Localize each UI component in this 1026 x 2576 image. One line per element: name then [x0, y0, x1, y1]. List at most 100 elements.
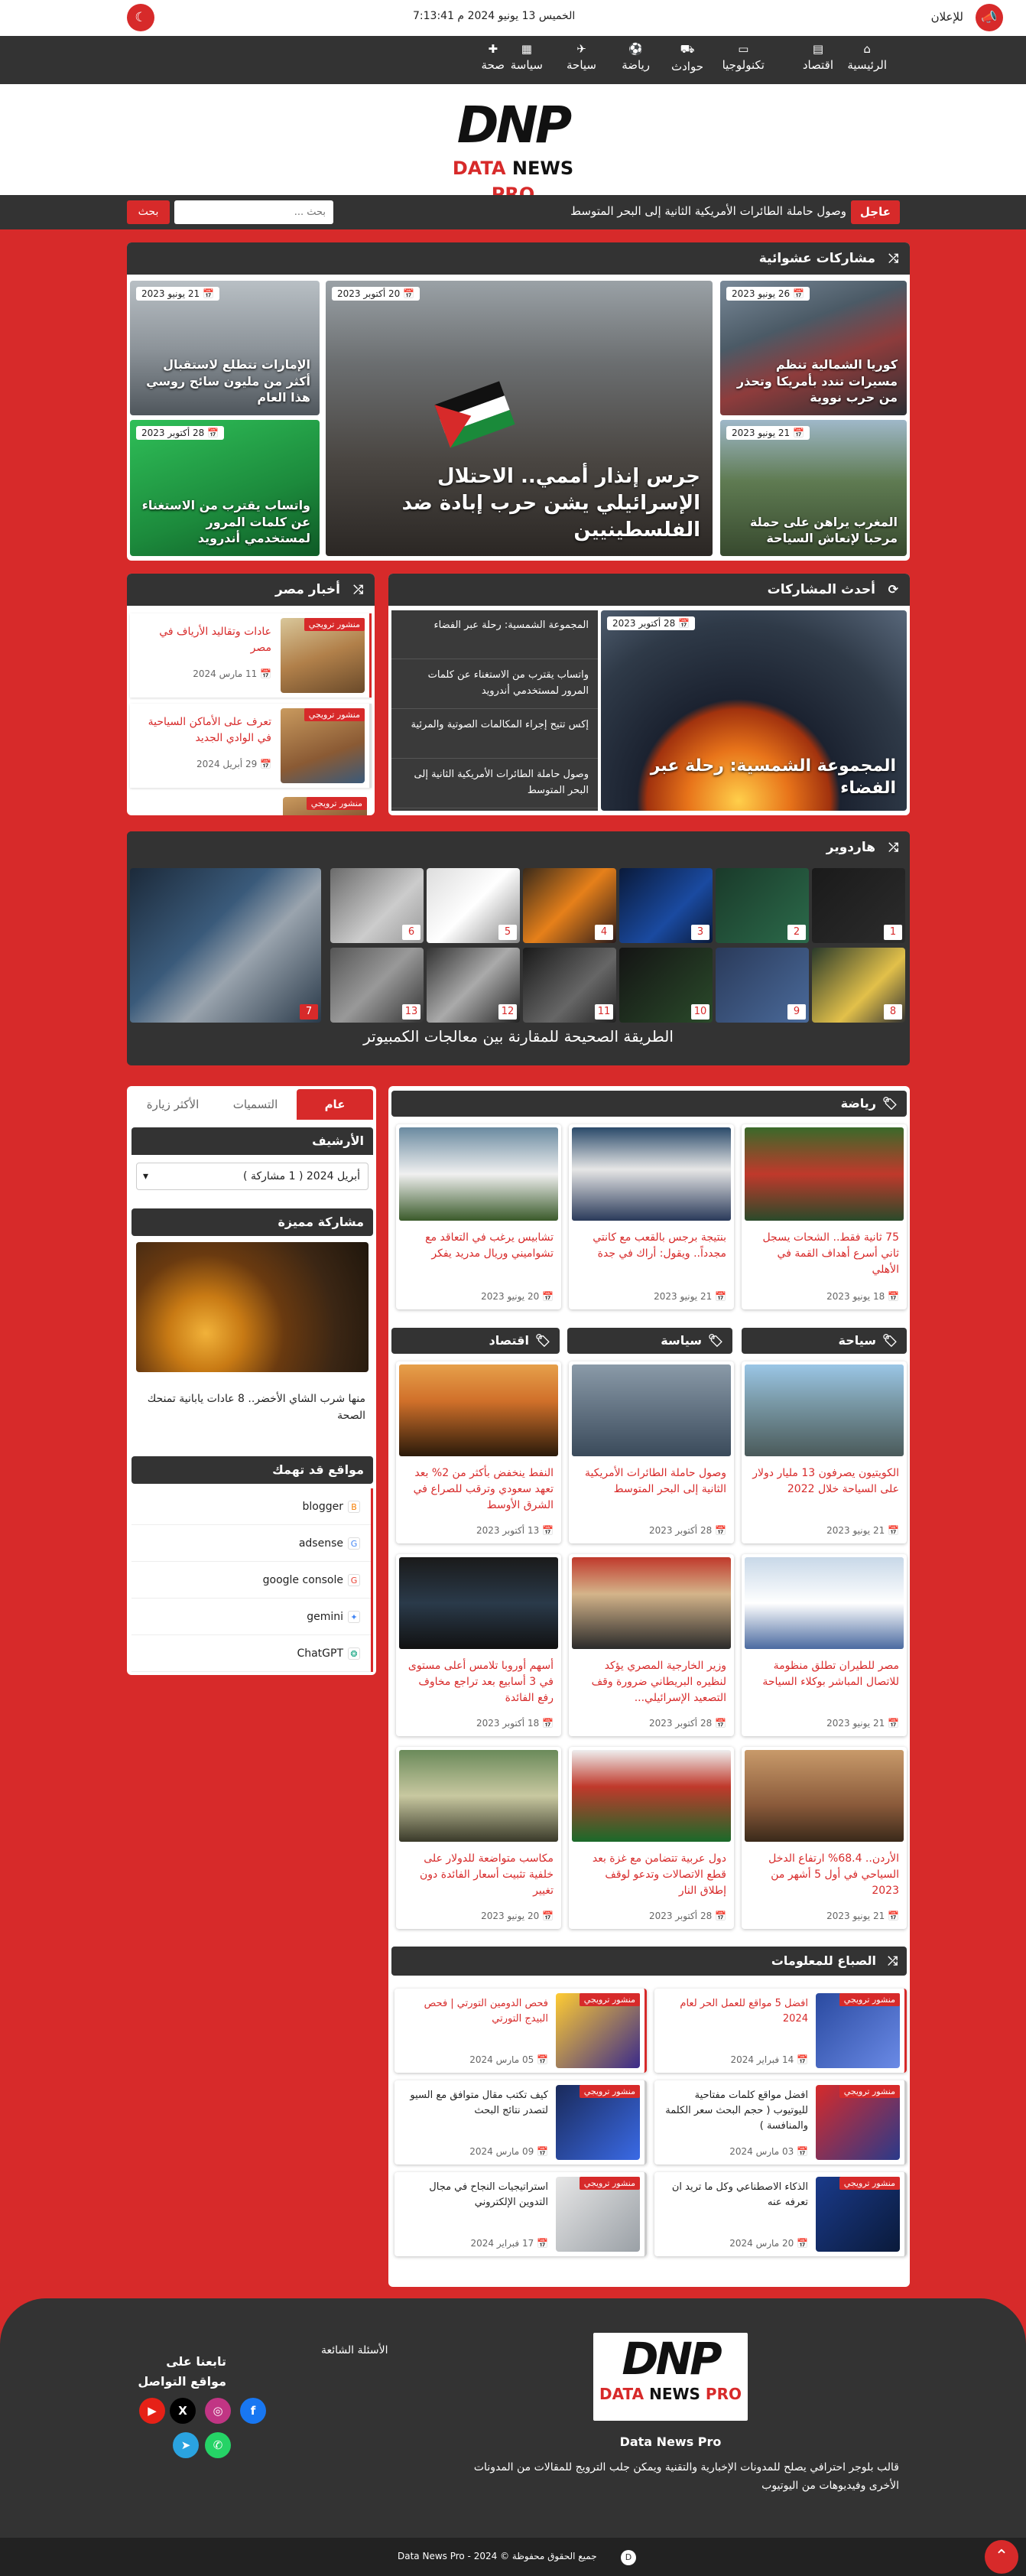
post-card[interactable]: 📅 21 يونيو 2023 المغرب يراهن على حملة مر…	[720, 420, 907, 556]
category-post[interactable]: أسهم أوروبا تلامس أعلى مستوى في 3 أسابيع…	[396, 1554, 561, 1736]
post-thumbnail[interactable]: منشور ترويجي	[816, 1993, 900, 2068]
post-title[interactable]: افضل مواقع كلمات مفتاحية لليوتيوب ( حجم …	[660, 2088, 808, 2134]
hardware-thumbnail[interactable]: 9	[716, 948, 809, 1023]
latest-list-item[interactable]: إكس تتيح إجراء المكالمات الصوتية والمرئي…	[391, 710, 598, 759]
post-title[interactable]: الأردن.. 68.4% ارتفاع الدخل السياحي في أ…	[749, 1851, 899, 1899]
nav-item[interactable]: ✚ صحة	[482, 42, 505, 72]
post-title[interactable]: عادات وتقاليد الأرياف في مصر	[137, 624, 271, 656]
info-post[interactable]: منشور ترويجي فحص الدومين التورتي | فحص ال…	[394, 1989, 647, 2073]
sports-post[interactable]: بنتيجة برجس بالقعب مع كانتي مجدداً.. ويق…	[569, 1124, 734, 1309]
search-input[interactable]	[174, 200, 333, 224]
post-thumbnail[interactable]	[572, 1557, 731, 1649]
x-icon[interactable]: X	[170, 2398, 196, 2424]
post-thumbnail[interactable]	[399, 1750, 558, 1842]
post-thumbnail[interactable]	[399, 1557, 558, 1649]
nav-item[interactable]: ⛟ حوادث	[671, 42, 703, 73]
post-thumbnail[interactable]	[399, 1127, 558, 1221]
category-post[interactable]: وصول حاملة الطائرات الأمريكية الثانية إل…	[569, 1361, 734, 1543]
ads-link[interactable]: للإعلان	[931, 10, 963, 24]
post-thumbnail[interactable]	[745, 1364, 904, 1456]
post-thumbnail[interactable]	[572, 1127, 731, 1221]
post-title[interactable]: المغرب يراهن على حملة مرحبا لإنعاش السيا…	[729, 514, 898, 547]
post-title[interactable]: مكاسب متواضعة للدولار على خلفية تثبيت أس…	[404, 1851, 554, 1899]
category-post[interactable]: الأردن.. 68.4% ارتفاع الدخل السياحي في أ…	[742, 1747, 907, 1929]
post-title[interactable]: أسهم أوروبا تلامس أعلى مستوى في 3 أسابيع…	[404, 1658, 554, 1706]
breaking-ticker[interactable]: وصول حاملة الطائرات الأمريكية الثانية إل…	[570, 204, 846, 218]
megaphone-icon[interactable]: 📣	[976, 4, 1003, 31]
featured-post-title[interactable]: منها شرب الشاي الأخضر.. 8 عادات يابانية …	[139, 1390, 365, 1425]
tab-most-visited[interactable]: الأكثر زيارة	[131, 1089, 214, 1120]
nav-item[interactable]: ▤ اقتصاد	[803, 42, 833, 72]
post-thumbnail[interactable]	[745, 1127, 904, 1221]
featured-post-title[interactable]: جرس إنذار أممي.. الاحتلال الإسرائيلي يشن…	[341, 463, 700, 544]
sports-post[interactable]: 75 ثانية فقط.. الشحات يسجل ثاني أسرع أهد…	[742, 1124, 907, 1309]
info-post[interactable]: منشور ترويجي افضل مواقع كلمات مفتاحية للي…	[654, 2080, 907, 2165]
hardware-thumbnail[interactable]: 2	[716, 868, 809, 943]
footer-logo[interactable]: DNP DATA NEWS PRO	[593, 2333, 748, 2421]
category-post[interactable]: مكاسب متواضعة للدولار على خلفية تثبيت أس…	[396, 1747, 561, 1929]
post-card[interactable]: 📅 21 يونيو 2023 الإمارات تتطلع لاستقبال …	[130, 281, 320, 415]
post-title[interactable]: كوريا الشمالية تنظم مسيرات تندد بأمريكا …	[729, 356, 898, 406]
hardware-thumbnail[interactable]: 11	[523, 948, 616, 1023]
post-thumbnail[interactable]: منشور ترويجي	[556, 2177, 640, 2252]
site-link[interactable]: ✦ gemini	[131, 1599, 371, 1635]
nav-item[interactable]: ▦ سياسة	[511, 42, 543, 72]
post-title[interactable]: الكويتيون يصرفون 13 مليار دولار على السي…	[749, 1465, 899, 1498]
tab-general[interactable]: عام	[297, 1089, 373, 1120]
category-post[interactable]: دول عربية تتضامن مع غزة بعد قطع الاتصالا…	[569, 1747, 734, 1929]
sports-post[interactable]: تشابيس يرغب في التعاقد مع تشواميني وريال…	[396, 1124, 561, 1309]
featured-post-title[interactable]: المجموعة الشمسية: رحلة عبر الفضاء	[613, 755, 896, 800]
post-thumbnail[interactable]: منشور ترويجي	[281, 618, 365, 693]
hardware-thumbnail[interactable]: 12	[427, 948, 520, 1023]
post-title[interactable]: فحص الدومين التورتي | فحص البيدج التورتي	[400, 1996, 548, 2026]
hardware-thumbnail[interactable]: 8	[812, 948, 905, 1023]
hardware-thumbnail[interactable]: 5	[427, 868, 520, 943]
post-thumbnail[interactable]	[572, 1750, 731, 1842]
post-thumbnail[interactable]: منشور ترويجي	[556, 1993, 640, 2068]
post-thumbnail[interactable]	[745, 1557, 904, 1649]
telegram-icon[interactable]: ➤	[173, 2432, 199, 2458]
site-link[interactable]: Bblogger	[131, 1488, 371, 1525]
post-title[interactable]: الإمارات تتطلع لاستقبال أكثر من مليون سا…	[139, 356, 310, 406]
post-title[interactable]: كيف تكتب مقال متوافق مع السيو لتصدر نتائ…	[400, 2088, 548, 2119]
latest-list-item[interactable]: المجموعة الشمسية: رحلة عبر الفضاء	[391, 610, 598, 659]
post-title[interactable]: وصول حاملة الطائرات الأمريكية الثانية إل…	[576, 1465, 726, 1498]
category-post[interactable]: النفط ينخفض بأكثر من 2% بعد تعهد سعودي و…	[396, 1361, 561, 1543]
post-title[interactable]: واتساب يقترب من الاستغناء عن كلمات المرو…	[139, 497, 310, 547]
featured-post-card[interactable]: 📅 20 أكتوبر 2023 جرس إنذار أممي.. الاحتل…	[326, 281, 713, 556]
hardware-thumbnail[interactable]: 10	[619, 948, 713, 1023]
egypt-post[interactable]: منشور ترويجي عادات وتقاليد الأرياف في مصر…	[130, 613, 372, 698]
post-card[interactable]: 📅 28 أكتوبر 2023 واتساب يقترب من الاستغن…	[130, 420, 320, 556]
hardware-thumbnail[interactable]: 1	[812, 868, 905, 943]
egypt-post[interactable]: منشور ترويجي تعرف على الأماكن السياحية في…	[130, 704, 372, 788]
nav-item[interactable]: ⌂ الرئيسية	[847, 42, 887, 72]
post-title[interactable]: تعرف على الأماكن السياحية في الوادي الجد…	[137, 714, 271, 746]
site-logo[interactable]: DNP DATA NEWS PRO	[428, 96, 598, 205]
featured-post-image[interactable]	[136, 1242, 369, 1372]
featured-post-card[interactable]: 📅 28 أكتوبر 2023 المجموعة الشمسية: رحلة …	[601, 610, 907, 811]
post-thumbnail[interactable]	[745, 1750, 904, 1842]
post-thumbnail[interactable]: منشور ترويجي	[281, 708, 365, 783]
post-title[interactable]: افضل 5 مواقع للعمل الحر لعام 2024	[660, 1996, 808, 2026]
site-link[interactable]: Gadsense	[131, 1525, 371, 1562]
footer-faq-link[interactable]: الأسئلة الشائعة	[321, 2344, 388, 2356]
post-title[interactable]: بنتيجة برجس بالقعب مع كانتي مجدداً.. ويق…	[576, 1230, 726, 1262]
post-thumbnail[interactable]: منشور ترويجي	[816, 2177, 900, 2252]
archive-select[interactable]: أبريل 2024 ( 1 مشاركة ) ▾	[136, 1163, 369, 1190]
dark-mode-toggle-icon[interactable]: ☾	[127, 4, 154, 31]
site-link[interactable]: Ggoogle console	[131, 1562, 371, 1599]
tab-labels[interactable]: التسميات	[217, 1089, 294, 1120]
category-post[interactable]: مصر للطيران تطلق منظومة للاتصال المباشر …	[742, 1554, 907, 1736]
hardware-thumbnail[interactable]: 13	[330, 948, 424, 1023]
category-post[interactable]: وزير الخارجية المصري يؤكد لنظيره البريطا…	[569, 1554, 734, 1736]
facebook-icon[interactable]: f	[240, 2398, 266, 2424]
instagram-icon[interactable]: ◎	[205, 2398, 231, 2424]
latest-list-item[interactable]: وصول حاملة الطائرات الأمريكية الثانية إل…	[391, 759, 598, 808]
info-post[interactable]: منشور ترويجي الذكاء الاصطناعي وكل ما تريد…	[654, 2172, 907, 2256]
info-post[interactable]: منشور ترويجي كيف تكتب مقال متوافق مع السي…	[394, 2080, 647, 2165]
post-thumbnail[interactable]: منشور ترويجي	[556, 2085, 640, 2160]
hardware-thumbnail[interactable]: 3	[619, 868, 713, 943]
info-post[interactable]: منشور ترويجي استراتيجيات النجاح في مجال ا…	[394, 2172, 647, 2256]
post-title[interactable]: 75 ثانية فقط.. الشحات يسجل ثاني أسرع أهد…	[749, 1230, 899, 1278]
post-title[interactable]: دول عربية تتضامن مع غزة بعد قطع الاتصالا…	[576, 1851, 726, 1899]
